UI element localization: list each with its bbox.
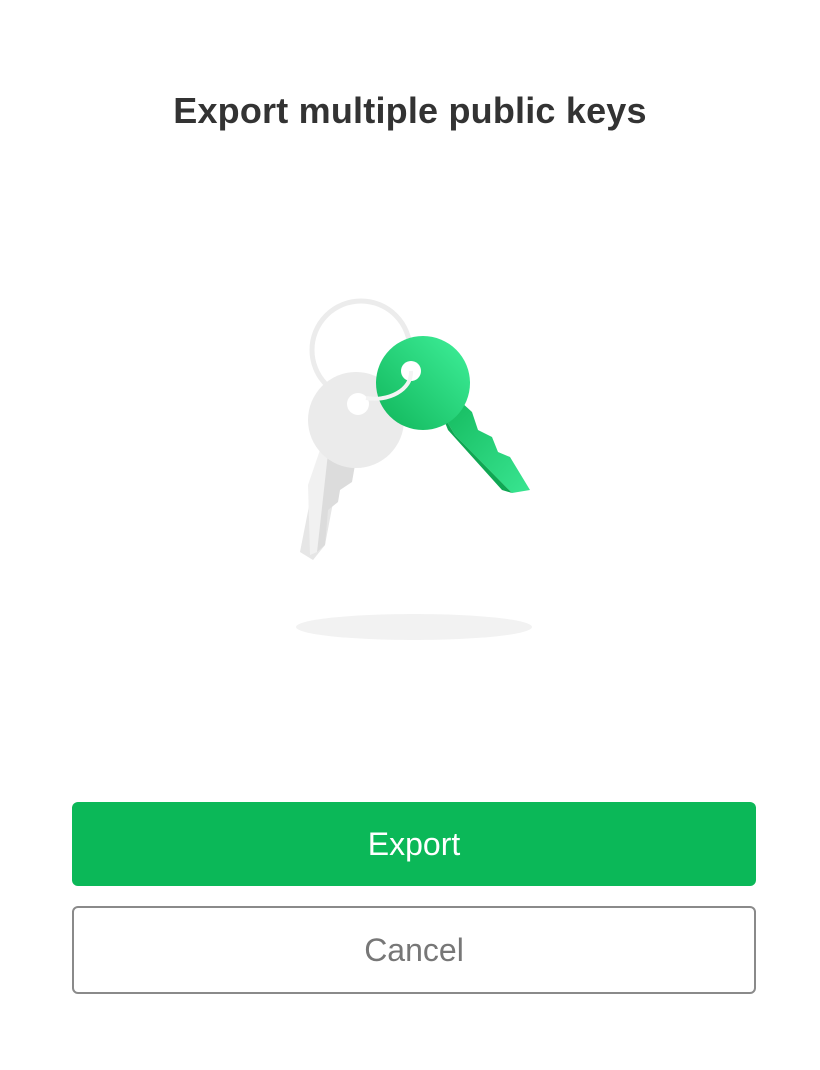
export-button[interactable]: Export	[72, 802, 756, 886]
keyring-icon	[280, 290, 550, 650]
page-title: Export multiple public keys	[173, 90, 647, 131]
export-keys-dialog: Export multiple public keys Export Cance…	[0, 0, 820, 1070]
cancel-button[interactable]: Cancel	[72, 906, 756, 994]
